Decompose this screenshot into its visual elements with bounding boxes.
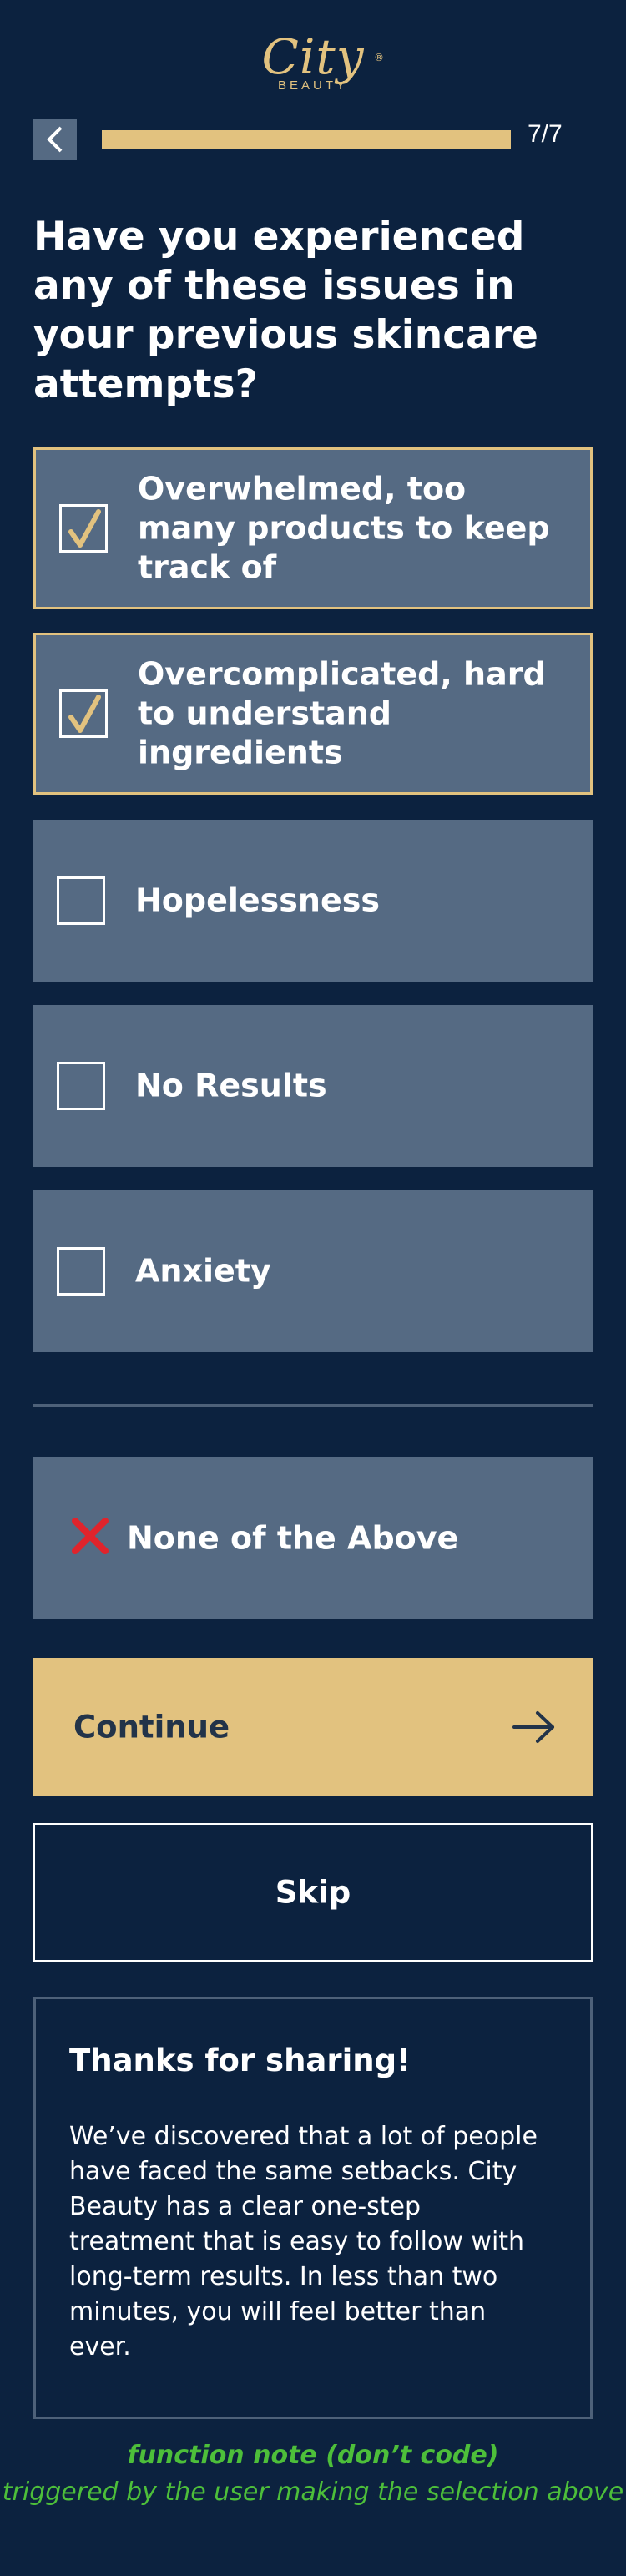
function-note-title: function note (don’t code) <box>127 2441 499 2470</box>
city-beauty-logo: City ® BEAUTY <box>0 30 626 105</box>
question-title: Have you experienced any of these issues… <box>33 214 538 407</box>
option-overwhelmed[interactable]: Overwhelmed, too many products to keep t… <box>33 447 593 609</box>
option-label: Overcomplicated, hard to understand ingr… <box>138 655 546 771</box>
checkmark-icon <box>68 509 101 548</box>
logo-script: City <box>261 28 365 85</box>
option-checkbox[interactable] <box>59 689 108 738</box>
continue-button[interactable]: Continue <box>33 1658 593 1796</box>
logo-subtitle: BEAUTY <box>277 78 348 93</box>
option-label: Hopelessness <box>135 881 380 919</box>
option-no-results[interactable]: No Results <box>33 1005 593 1167</box>
function-note-body: triggered by the user making the selecti… <box>2 2478 624 2507</box>
option-hopelessness[interactable]: Hopelessness <box>33 820 593 982</box>
option-checkbox[interactable] <box>59 504 108 553</box>
option-checkbox[interactable] <box>57 1062 105 1110</box>
progress-counter: 7/7 <box>528 120 563 148</box>
thanks-message-box: Thanks for sharing! We’ve discovered tha… <box>33 1997 593 2419</box>
option-anxiety[interactable]: Anxiety <box>33 1190 593 1352</box>
x-icon <box>72 1518 109 1554</box>
option-label: Anxiety <box>135 1252 271 1290</box>
option-none-of-the-above[interactable]: None of the Above <box>33 1457 593 1619</box>
option-label: Overwhelmed, too many products to keep t… <box>138 470 550 586</box>
option-overcomplicated[interactable]: Overcomplicated, hard to understand ingr… <box>33 633 593 795</box>
continue-label: Continue <box>73 1709 230 1745</box>
option-checkbox[interactable] <box>57 1247 105 1296</box>
divider <box>33 1404 593 1407</box>
back-button[interactable] <box>33 119 77 160</box>
logo-registered-mark: ® <box>374 52 384 63</box>
skip-label: Skip <box>275 1874 351 1911</box>
option-label: No Results <box>135 1067 327 1104</box>
skip-button[interactable]: Skip <box>33 1823 593 1962</box>
thanks-body: We’ve discovered that a lot of people ha… <box>69 2122 538 2361</box>
progress-bar <box>102 130 511 149</box>
none-option-label: None of the Above <box>127 1519 459 1557</box>
quiz-page: City ® BEAUTY 7/7 Have you experienced a… <box>0 0 626 2576</box>
arrow-right-icon <box>512 1711 554 1743</box>
thanks-title: Thanks for sharing! <box>69 2043 411 2078</box>
checkmark-icon <box>68 695 101 733</box>
progress-bar-fill <box>102 130 511 149</box>
chevron-left-icon <box>47 126 63 153</box>
option-checkbox[interactable] <box>57 876 105 925</box>
